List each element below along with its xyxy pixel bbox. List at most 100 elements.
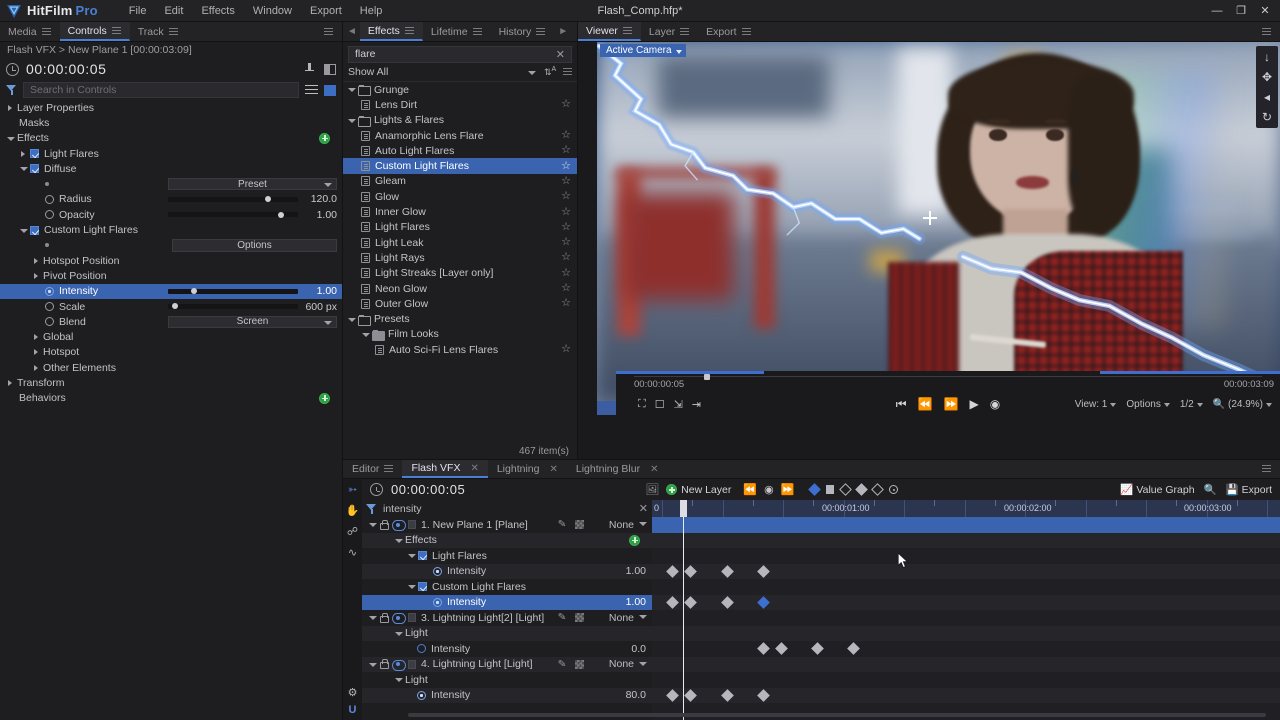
timeline-row-group[interactable]: Light: [362, 672, 652, 688]
close-icon[interactable]: ✕: [470, 463, 478, 474]
track-band[interactable]: [652, 687, 1280, 703]
slider-intensity[interactable]: [168, 288, 298, 295]
track-band[interactable]: [652, 641, 1280, 657]
step-forward-button[interactable]: ⏩: [944, 397, 959, 412]
snap-icon[interactable]: ↓: [1264, 50, 1270, 64]
property-row-behaviors[interactable]: Behaviors: [0, 391, 342, 406]
visibility-icon[interactable]: [392, 520, 406, 532]
chevron-down-icon[interactable]: [347, 315, 356, 324]
keyframe-marker[interactable]: [756, 564, 770, 578]
enable-checkbox[interactable]: [30, 149, 39, 159]
tab-track[interactable]: Track: [130, 22, 187, 41]
blend-mode-icon[interactable]: [575, 520, 584, 530]
tab-layer[interactable]: Layer: [641, 22, 698, 41]
keyframe-toggle-icon[interactable]: [417, 690, 426, 700]
property-row-radius[interactable]: Radius 120.0: [0, 192, 342, 207]
add-icon[interactable]: [319, 132, 330, 144]
property-row-diffuse[interactable]: Diffuse: [0, 161, 342, 176]
keyframe-marker[interactable]: [665, 688, 679, 702]
visibility-icon[interactable]: [392, 613, 406, 625]
effect-row[interactable]: Light Leak ☆: [343, 235, 577, 250]
tab-viewer[interactable]: Viewer: [578, 22, 641, 41]
tab-lightning-blur[interactable]: Lightning Blur ✕: [567, 460, 668, 478]
timeline-row-prop[interactable]: Intensity 80.0: [362, 687, 652, 703]
tab-editor[interactable]: Editor: [343, 460, 402, 478]
visibility-icon[interactable]: [392, 659, 406, 671]
favorite-star-icon[interactable]: ☆: [561, 252, 571, 263]
property-value[interactable]: 1.00: [317, 207, 337, 222]
timeline-ruler[interactable]: 0 00:00:01:00 00:00:02:00 00:00:03:00: [652, 500, 1280, 517]
grid-view-icon[interactable]: [324, 84, 336, 96]
track-band[interactable]: [652, 656, 1280, 672]
tab-menu-icon[interactable]: [741, 27, 751, 36]
keyframe-marker[interactable]: [756, 688, 770, 702]
keyframe-marker[interactable]: [683, 564, 697, 578]
property-row-pivot-position[interactable]: Pivot Position: [0, 268, 342, 283]
layer-color-swatch[interactable]: [408, 613, 416, 623]
active-camera-dropdown[interactable]: Active Camera: [600, 44, 686, 57]
chevron-down-icon[interactable]: [347, 116, 356, 125]
tab-menu-icon[interactable]: [536, 27, 546, 36]
tab-export[interactable]: Export: [698, 22, 759, 41]
play-button[interactable]: ▶: [970, 397, 979, 412]
keyframe-ease-icon[interactable]: [839, 483, 853, 496]
chevron-down-icon[interactable]: [394, 675, 403, 684]
timeline-export-button[interactable]: 💾 Export: [1226, 483, 1272, 496]
edit-icon[interactable]: ✎: [557, 612, 566, 624]
menu-help[interactable]: Help: [351, 3, 392, 19]
move-icon[interactable]: ✥: [1262, 70, 1272, 84]
tab-menu-icon[interactable]: [404, 26, 414, 35]
slider-opacity[interactable]: [168, 211, 298, 218]
tab-media[interactable]: Media: [0, 22, 60, 41]
tab-lifetime[interactable]: Lifetime: [423, 22, 491, 41]
lock-icon[interactable]: [379, 612, 389, 623]
blend-mode-icon[interactable]: [575, 613, 584, 623]
split-view-icon[interactable]: [324, 63, 336, 75]
enable-checkbox[interactable]: [30, 225, 39, 235]
go-to-start-button[interactable]: ⏮: [896, 397, 907, 412]
property-row-light-flares[interactable]: Light Flares: [0, 146, 342, 161]
timeline-row-prop[interactable]: Intensity 0.0: [362, 641, 652, 657]
next-keyframe-icon[interactable]: ⏩: [781, 483, 795, 496]
prev-keyframe-icon[interactable]: ⏪: [743, 483, 757, 496]
tab-lightning[interactable]: Lightning ✕: [488, 460, 567, 478]
chevron-down-icon[interactable]: [347, 85, 356, 94]
menu-window[interactable]: Window: [244, 3, 301, 19]
keyframe-smooth-icon[interactable]: [855, 483, 869, 496]
keyframe-toggle-icon[interactable]: [417, 644, 426, 654]
timeline-panel-menu-button[interactable]: [1253, 460, 1280, 478]
layer-color-swatch[interactable]: [408, 659, 416, 669]
filter-icon[interactable]: [366, 503, 377, 514]
property-row-scale[interactable]: Scale 600 px: [0, 299, 342, 314]
property-row-custom-light-flares[interactable]: Custom Light Flares: [0, 222, 342, 237]
favorite-star-icon[interactable]: ☆: [561, 130, 571, 141]
playhead[interactable]: [680, 500, 687, 720]
property-row-masks[interactable]: Masks: [0, 115, 342, 130]
chevron-down-icon[interactable]: [639, 522, 647, 526]
show-all-dropdown[interactable]: Show All: [348, 65, 538, 80]
chevron-down-icon[interactable]: [19, 164, 28, 173]
tab-menu-icon[interactable]: [111, 26, 121, 35]
layer-color-swatch[interactable]: [408, 520, 416, 530]
property-row-global[interactable]: Global: [0, 329, 342, 344]
tab-menu-icon[interactable]: [680, 27, 690, 36]
keyframe-toggle-icon[interactable]: [45, 194, 54, 204]
property-row-hotspot[interactable]: Hotspot: [0, 345, 342, 360]
favorite-star-icon[interactable]: ☆: [561, 298, 571, 309]
property-row-blend[interactable]: Blend Screen: [0, 314, 342, 329]
favorite-star-icon[interactable]: ☆: [561, 175, 571, 187]
menu-effects[interactable]: Effects: [192, 3, 243, 19]
keyframe-toggle-icon[interactable]: [45, 286, 54, 296]
track-band[interactable]: [652, 610, 1280, 626]
effect-row[interactable]: Grunge: [343, 82, 577, 97]
track-band[interactable]: [652, 517, 1280, 533]
effects-search-input[interactable]: [348, 45, 572, 63]
property-value[interactable]: 0.0: [631, 643, 646, 655]
favorite-star-icon[interactable]: ☆: [561, 283, 571, 294]
chevron-down-icon[interactable]: [368, 520, 377, 529]
property-value[interactable]: 1.00: [626, 565, 646, 577]
timeline-filter-input[interactable]: [383, 501, 633, 516]
favorite-star-icon[interactable]: ☆: [561, 206, 571, 218]
effect-row[interactable]: Glow ☆: [343, 189, 577, 204]
parent-value[interactable]: None: [609, 612, 634, 624]
